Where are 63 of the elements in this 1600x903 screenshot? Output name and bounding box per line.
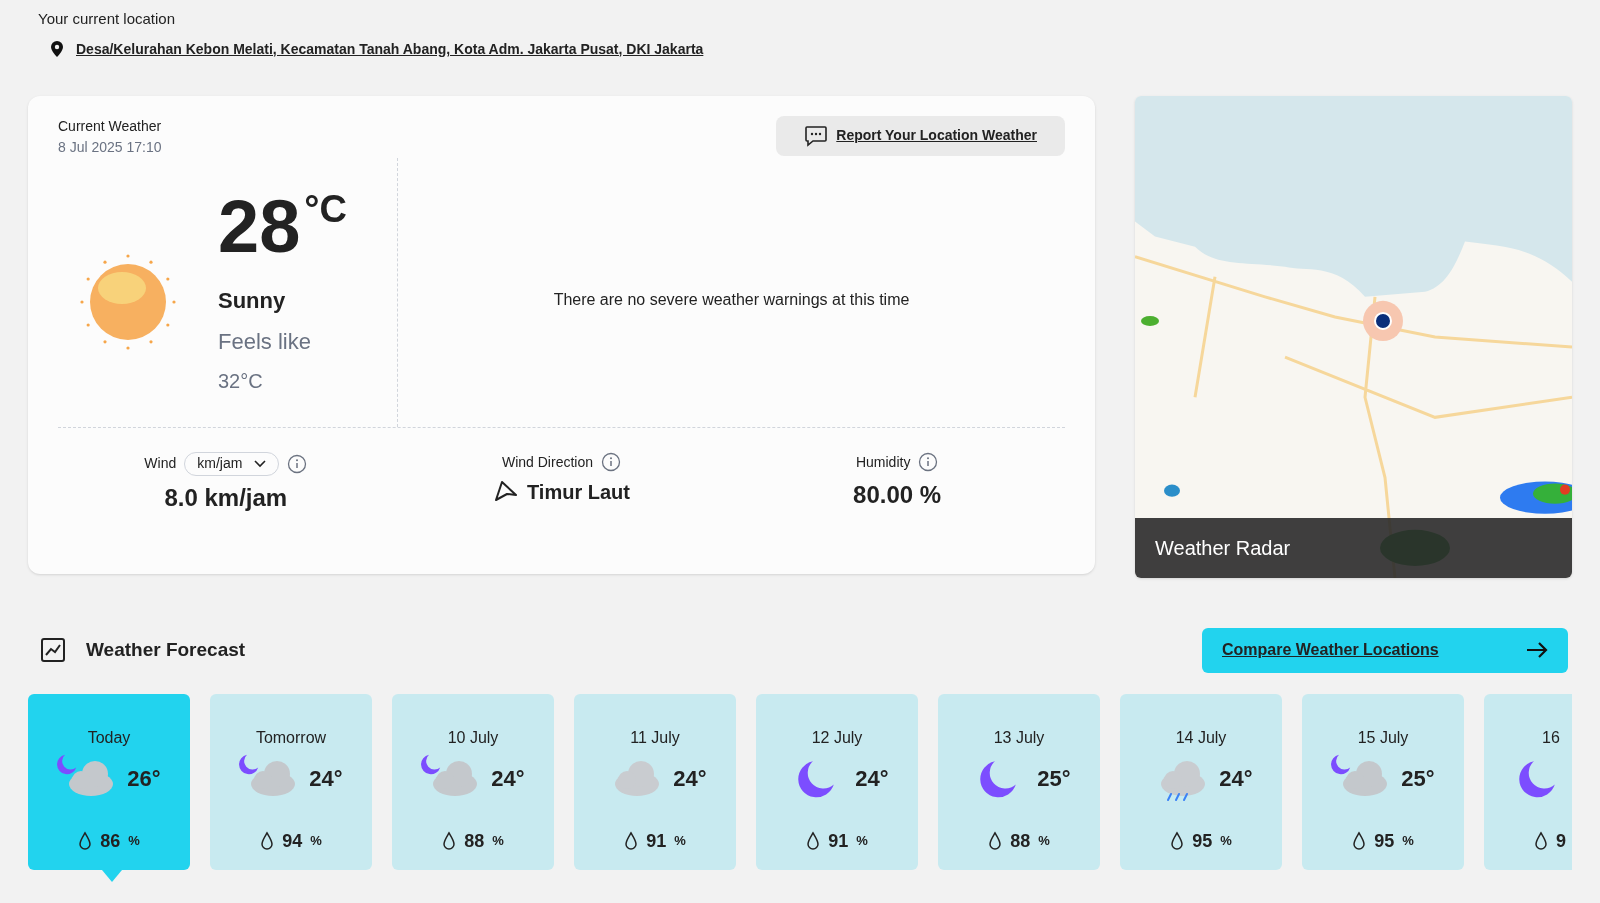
day-temperature: 24° [1219,765,1253,793]
report-weather-button[interactable]: Report Your Location Weather [776,115,1065,156]
day-label: 16 [1542,727,1561,748]
day-label: Tomorrow [255,727,327,748]
warning-message: There are no severe weather warnings at this time [553,290,910,310]
location-label: Your current location [38,9,177,29]
forecast-day-card[interactable]: 11 July 24° 91 % [574,693,736,870]
humidity-value: 95 [1374,829,1395,853]
day-label: 15 July [1357,727,1409,748]
stat-label: Wind [144,454,177,473]
day-temperature: 24° [491,765,525,793]
radar-caption: Weather Radar [1155,535,1291,561]
feels-like-value: 32°C [218,368,264,394]
compare-locations-button[interactable]: Compare Weather Locations [1202,627,1568,673]
radar-map[interactable]: Weather Radar [1135,95,1572,578]
forecast-day-card[interactable]: 16 9 [1484,693,1572,870]
humidity-value: 86 [100,829,121,853]
stat-value: Timur Laut [527,479,630,505]
timestamp: 8 Jul 2025 17:10 [58,137,162,157]
section-title: Weather Forecast [86,637,246,662]
stat-label: Wind Direction [501,452,593,472]
humidity-unit: % [674,832,686,851]
stat-label: Humidity [855,452,911,472]
humidity-unit: % [1038,832,1050,851]
temperature: 28 [218,189,301,264]
forecast-day-card[interactable]: 14 July 24° 95 % [1120,693,1282,870]
feels-like-label: Feels like [218,327,312,356]
humidity-unit: % [1220,832,1232,851]
humidity-value: 91 [646,829,667,853]
day-temperature: 25° [1401,765,1435,793]
humidity-unit: % [128,832,140,851]
humidity-unit: % [310,832,322,851]
day-temperature: 24° [673,765,707,793]
day-temperature: 25° [1037,765,1071,793]
day-label: 12 July [811,727,863,748]
forecast-day-card[interactable]: 12 July 24° 91 % [756,693,918,870]
humidity-value: 91 [828,829,849,853]
stat-value: 80.00 % [853,479,942,510]
forecast-day-card[interactable]: 15 July 25° 95 % [1302,693,1464,870]
day-label: 14 July [1175,727,1227,748]
forecast-day-card[interactable]: 10 July 24° 88 % [392,693,554,870]
condition: Sunny [218,286,287,315]
humidity-value: 88 [1010,829,1031,853]
humidity-unit: % [1402,832,1414,851]
forecast-day-card[interactable]: Tomorrow 24° 94 % [210,693,372,870]
day-temperature: 26° [127,765,161,793]
card-title: Current Weather [58,116,162,136]
day-label: 13 July [993,727,1045,748]
location-link[interactable]: Desa/Kelurahan Kebon Melati, Kecamatan Tanah Abang, Kota Adm. Jakarta Pusat, DKI Jakarta [76,38,704,60]
forecast-day-card[interactable]: 13 July 25° 88 % [938,693,1100,870]
humidity-value: 9 [1556,829,1566,853]
day-label: 10 July [447,727,499,748]
day-temperature: 24° [855,765,889,793]
stat-value: 8.0 km/jam [164,482,288,513]
humidity-value: 95 [1192,829,1213,853]
humidity-value: 94 [282,829,303,853]
day-label: Today [87,727,131,748]
day-label: 11 July [630,727,680,748]
humidity-value: 88 [464,829,485,853]
humidity-unit: % [856,832,868,851]
humidity-unit: % [492,832,504,851]
day-temperature: 24° [309,765,343,793]
temperature-unit: °C [304,189,347,228]
